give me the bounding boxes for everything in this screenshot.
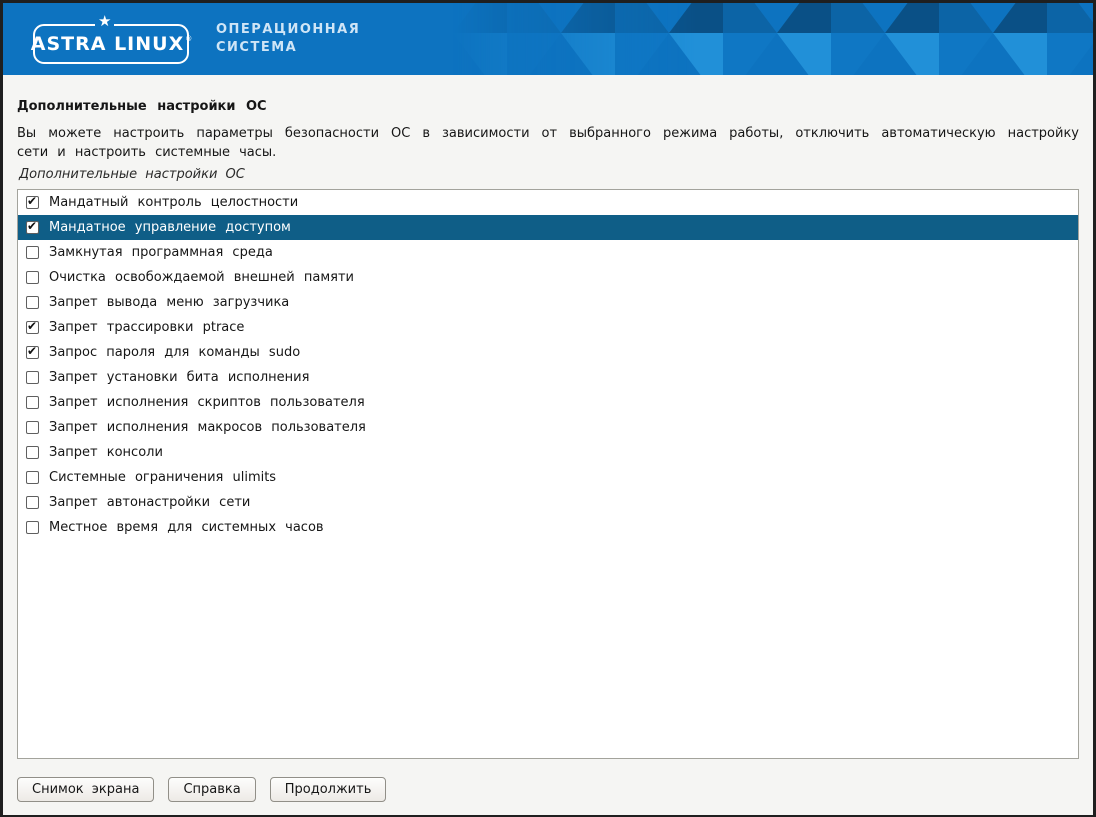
- option-label: Запрет исполнения скриптов пользователя: [49, 395, 365, 410]
- option-label: Запрет установки бита исполнения: [49, 370, 309, 385]
- option-label: Запрет вывода меню загрузчика: [49, 295, 289, 310]
- screenshot-button[interactable]: Снимок экрана: [17, 777, 154, 802]
- option-label: Запрет консоли: [49, 445, 163, 460]
- header: ★ ASTRA LINUX ® ОПЕРАЦИОННАЯ СИСТЕМА: [3, 3, 1093, 75]
- checkbox-unchecked-icon[interactable]: [26, 296, 39, 309]
- option-row[interactable]: Системные ограничения ulimits: [18, 465, 1078, 490]
- checkbox-unchecked-icon[interactable]: [26, 371, 39, 384]
- installer-window: ★ ASTRA LINUX ® ОПЕРАЦИОННАЯ СИСТЕМА Доп…: [0, 0, 1096, 817]
- option-label: Запрет исполнения макросов пользователя: [49, 420, 366, 435]
- option-row[interactable]: Замкнутая программная среда: [18, 240, 1078, 265]
- option-row[interactable]: Мандатное управление доступом: [18, 215, 1078, 240]
- option-row[interactable]: Мандатный контроль целостности: [18, 190, 1078, 215]
- option-row[interactable]: Запрет исполнения макросов пользователя: [18, 415, 1078, 440]
- checkbox-checked-icon[interactable]: [26, 221, 39, 234]
- checkbox-checked-icon[interactable]: [26, 346, 39, 359]
- registered-mark: ®: [185, 35, 192, 43]
- option-label: Запрос пароля для команды sudo: [49, 345, 300, 360]
- brand-line1: ОПЕРАЦИОННАЯ: [216, 21, 360, 39]
- option-row[interactable]: Запрос пароля для команды sudo: [18, 340, 1078, 365]
- checkbox-unchecked-icon[interactable]: [26, 471, 39, 484]
- logo-text: ASTRA LINUX: [31, 33, 184, 55]
- option-label: Замкнутая программная среда: [49, 245, 273, 260]
- option-row[interactable]: Запрет исполнения скриптов пользователя: [18, 390, 1078, 415]
- help-button[interactable]: Справка: [168, 777, 255, 802]
- checkbox-unchecked-icon[interactable]: [26, 446, 39, 459]
- checkbox-checked-icon[interactable]: [26, 196, 39, 209]
- option-row[interactable]: Запрет автонастройки сети: [18, 490, 1078, 515]
- brand-line2: СИСТЕМА: [216, 39, 360, 57]
- astra-linux-logo: ★ ASTRA LINUX ®: [33, 24, 189, 64]
- checkbox-unchecked-icon[interactable]: [26, 271, 39, 284]
- option-row[interactable]: Запрет трассировки ptrace: [18, 315, 1078, 340]
- options-listbox[interactable]: Мандатный контроль целостности Мандатное …: [17, 189, 1079, 759]
- checkbox-unchecked-icon[interactable]: [26, 521, 39, 534]
- option-row[interactable]: Запрет вывода меню загрузчика: [18, 290, 1078, 315]
- question-label: Дополнительные настройки ОС: [19, 167, 1079, 182]
- option-label: Местное время для системных часов: [49, 520, 324, 535]
- checkbox-unchecked-icon[interactable]: [26, 396, 39, 409]
- header-facet-pattern: [453, 3, 1093, 75]
- checkbox-unchecked-icon[interactable]: [26, 246, 39, 259]
- option-label: Запрет автонастройки сети: [49, 495, 250, 510]
- page-description: Вы можете настроить параметры безопаснос…: [17, 124, 1079, 162]
- footer: Снимок экрана Справка Продолжить: [17, 777, 1079, 802]
- brand-text: ОПЕРАЦИОННАЯ СИСТЕМА: [216, 21, 360, 57]
- star-icon: ★: [95, 14, 114, 30]
- option-label: Запрет трассировки ptrace: [49, 320, 244, 335]
- option-row[interactable]: Очистка освобождаемой внешней памяти: [18, 265, 1078, 290]
- content-area: Дополнительные настройки ОС Вы можете на…: [3, 75, 1093, 759]
- option-row[interactable]: Местное время для системных часов: [18, 515, 1078, 540]
- page-title: Дополнительные настройки ОС: [17, 75, 1079, 114]
- continue-button[interactable]: Продолжить: [270, 777, 387, 802]
- checkbox-unchecked-icon[interactable]: [26, 496, 39, 509]
- option-label: Мандатное управление доступом: [49, 220, 291, 235]
- checkbox-checked-icon[interactable]: [26, 321, 39, 334]
- option-label: Мандатный контроль целостности: [49, 195, 298, 210]
- option-row[interactable]: Запрет консоли: [18, 440, 1078, 465]
- option-label: Системные ограничения ulimits: [49, 470, 276, 485]
- option-row[interactable]: Запрет установки бита исполнения: [18, 365, 1078, 390]
- option-label: Очистка освобождаемой внешней памяти: [49, 270, 354, 285]
- checkbox-unchecked-icon[interactable]: [26, 421, 39, 434]
